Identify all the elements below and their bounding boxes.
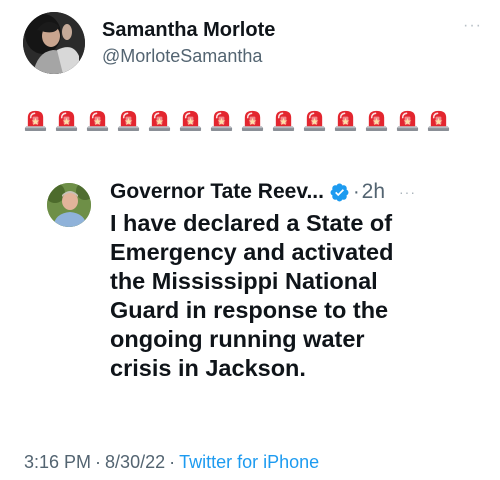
meta-separator: · <box>95 452 102 472</box>
author-handle[interactable]: @MorloteSamantha <box>102 44 275 68</box>
siren-icon <box>210 109 233 132</box>
siren-icon <box>396 109 419 132</box>
tweet-date[interactable]: 8/30/22 <box>105 452 165 472</box>
siren-icon <box>334 109 357 132</box>
quoted-tweet[interactable]: Governor Tate Reev... · 2h ··· I have de… <box>22 160 478 422</box>
siren-icon <box>427 109 450 132</box>
tweet-meta: 3:16 PM · 8/30/22 · Twitter for iPhone <box>24 451 319 473</box>
siren-icon <box>24 109 47 132</box>
siren-icon <box>365 109 388 132</box>
quoted-tweet-header: Governor Tate Reev... · 2h ··· <box>110 179 416 205</box>
tweet-card: Samantha Morlote @MorloteSamantha ··· Go… <box>0 0 500 480</box>
tweet-body-emoji-row <box>24 109 450 132</box>
author-avatar[interactable] <box>23 12 85 74</box>
tweet-source-link[interactable]: Twitter for iPhone <box>179 452 319 472</box>
siren-icon <box>117 109 140 132</box>
tweet-time[interactable]: 3:16 PM <box>24 452 91 472</box>
quoted-tweet-text: I have declared a State of Emergency and… <box>110 210 394 381</box>
siren-icon <box>148 109 171 132</box>
quoted-more-options-icon[interactable]: ··· <box>399 182 416 202</box>
meta-separator: · <box>169 452 176 472</box>
author-display-name[interactable]: Samantha Morlote <box>102 18 275 42</box>
siren-icon <box>179 109 202 132</box>
quoted-author-avatar[interactable] <box>47 183 91 227</box>
verified-badge-icon <box>329 182 350 203</box>
quoted-header-separator: · <box>352 181 360 203</box>
siren-icon <box>303 109 326 132</box>
quoted-author-name[interactable]: Governor Tate Reev... <box>110 179 324 205</box>
siren-icon <box>241 109 264 132</box>
siren-icon <box>55 109 78 132</box>
siren-icon <box>86 109 109 132</box>
more-options-icon[interactable]: ··· <box>463 18 482 34</box>
siren-icon <box>272 109 295 132</box>
author-block: Samantha Morlote @MorloteSamantha <box>102 18 275 68</box>
quoted-tweet-time[interactable]: 2h <box>362 179 385 205</box>
